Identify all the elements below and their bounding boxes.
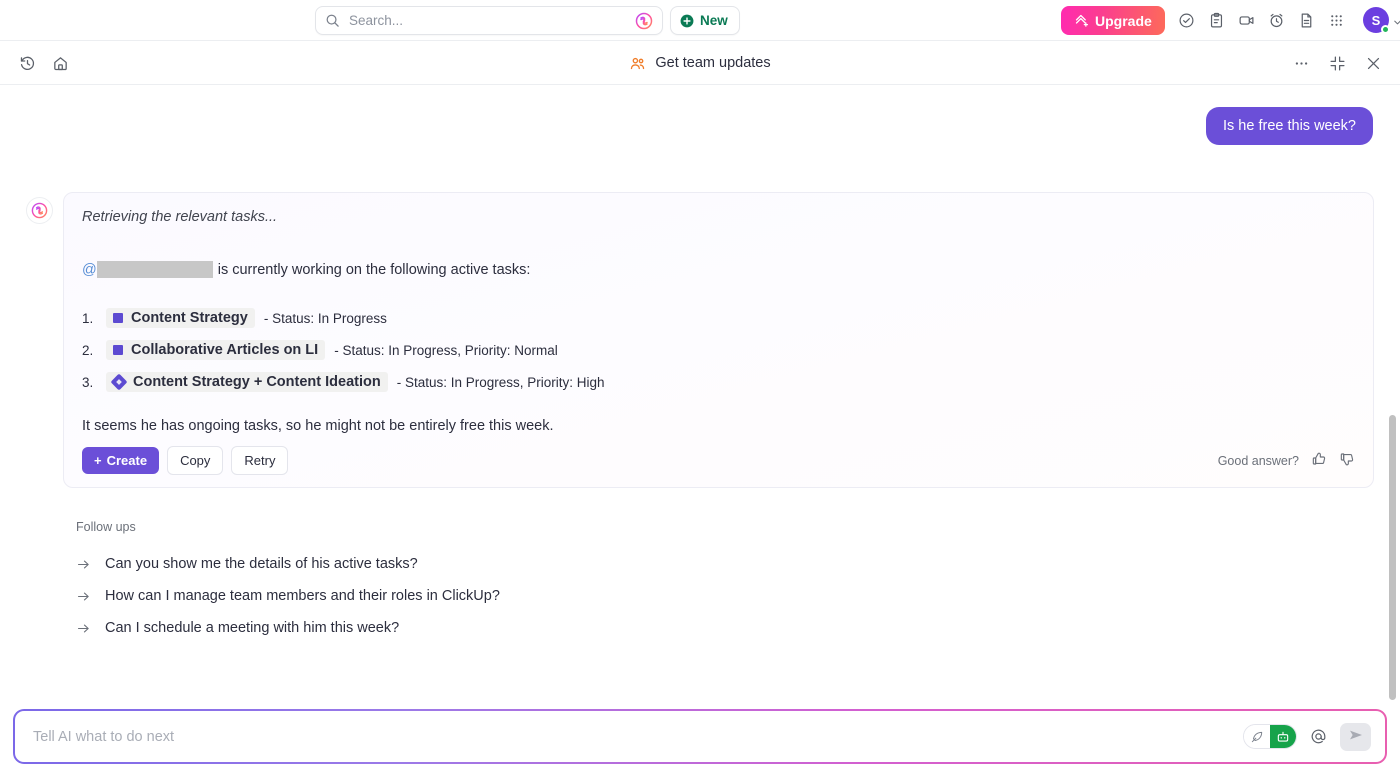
task-meta: - Status: In Progress, Priority: High	[397, 375, 605, 390]
task-number: 1.	[82, 311, 106, 326]
send-paper-plane-icon	[1348, 727, 1364, 746]
assistant-conclusion: It seems he has ongoing tasks, so he mig…	[82, 418, 1355, 434]
copy-button[interactable]: Copy	[167, 446, 223, 475]
online-status-dot	[1381, 25, 1390, 34]
follow-up-label: How can I manage team members and their …	[105, 588, 500, 604]
follow-up-label: Can I schedule a meeting with him this w…	[105, 620, 399, 636]
composer-mode-toggle[interactable]	[1243, 724, 1297, 749]
history-clock-icon[interactable]	[14, 50, 40, 76]
chat-title: Get team updates	[0, 41, 1400, 85]
thumbs-down-icon[interactable]	[1339, 451, 1355, 470]
composer-area	[0, 709, 1400, 764]
alarm-clock-icon[interactable]	[1264, 9, 1288, 33]
arrow-right-icon	[76, 621, 91, 636]
composer-gradient-frame	[13, 709, 1387, 764]
chat-header-bar: Get team updates	[0, 41, 1400, 85]
new-button-label: New	[700, 13, 728, 28]
home-icon[interactable]	[47, 50, 73, 76]
avatar[interactable]: S	[1363, 7, 1389, 33]
task-link[interactable]: Content Strategy + Content Ideation	[106, 372, 388, 392]
composer-inner	[15, 711, 1385, 762]
follow-ups-title: Follow ups	[76, 520, 1374, 534]
task-list-item: 2. Collaborative Articles on LI - Status…	[82, 340, 1355, 360]
clickup-brain-icon[interactable]	[635, 12, 653, 30]
chat-header-right-icons	[1288, 41, 1386, 85]
follow-up-item[interactable]: Can I schedule a meeting with him this w…	[76, 612, 1374, 644]
follow-up-item[interactable]: How can I manage team members and their …	[76, 580, 1374, 612]
task-meta: - Status: In Progress	[264, 311, 387, 326]
follow-up-label: Can you show me the details of his activ…	[105, 556, 418, 572]
retry-button[interactable]: Retry	[231, 446, 288, 475]
document-icon[interactable]	[1294, 9, 1318, 33]
follow-ups-section: Follow ups Can you show me the details o…	[76, 520, 1374, 644]
chat-scroll-area: Is he free this week? Retrieving the rel…	[0, 85, 1400, 709]
user-message-bubble: Is he free this week?	[1206, 107, 1373, 145]
upgrade-button[interactable]: Upgrade	[1061, 6, 1165, 35]
task-name: Collaborative Articles on LI	[131, 342, 318, 358]
assistant-status-line: Retrieving the relevant tasks...	[82, 209, 1355, 225]
robot-icon[interactable]	[1270, 725, 1296, 748]
task-square-icon	[113, 345, 123, 355]
task-diamond-icon	[113, 376, 125, 388]
ellipsis-icon[interactable]	[1288, 50, 1314, 76]
task-number: 3.	[82, 375, 106, 390]
scrollbar-thumb[interactable]	[1389, 415, 1396, 700]
assistant-message-row: Retrieving the relevant tasks... @ is cu…	[26, 192, 1374, 488]
create-button-label: Create	[107, 453, 147, 468]
collapse-icon[interactable]	[1324, 50, 1350, 76]
clipboard-icon[interactable]	[1204, 9, 1228, 33]
app-grid-icon[interactable]	[1324, 9, 1348, 33]
redacted-user-name	[97, 261, 213, 278]
task-meta: - Status: In Progress, Priority: Normal	[334, 343, 558, 358]
upgrade-button-label: Upgrade	[1095, 13, 1152, 29]
composer-input[interactable]	[33, 729, 1243, 745]
page-title: Get team updates	[655, 55, 770, 71]
clickup-brain-icon	[26, 197, 53, 224]
follow-up-item[interactable]: Can you show me the details of his activ…	[76, 548, 1374, 580]
avatar-initial: S	[1372, 13, 1381, 28]
task-number: 2.	[82, 343, 106, 358]
mention-suffix-text: is currently working on the following ac…	[218, 262, 531, 278]
feather-quill-icon[interactable]	[1244, 725, 1270, 748]
close-icon[interactable]	[1360, 50, 1386, 76]
search-input[interactable]	[340, 13, 635, 28]
user-avatar-menu[interactable]: S	[1363, 7, 1400, 33]
create-button[interactable]: + Create	[82, 447, 159, 474]
thumbs-up-icon[interactable]	[1311, 451, 1327, 470]
task-name: Content Strategy	[131, 310, 248, 326]
people-orange-icon	[629, 55, 646, 72]
scrollbar-track[interactable]	[1389, 85, 1398, 709]
feedback-group: Good answer?	[1218, 451, 1355, 470]
check-circle-icon[interactable]	[1174, 9, 1198, 33]
arrow-right-icon	[76, 557, 91, 572]
plus-circle-icon	[680, 14, 694, 28]
top-bar: New Upgrade	[0, 0, 1400, 41]
assistant-mention-line: @ is currently working on the following …	[82, 261, 1355, 278]
top-bar-icon-group	[1174, 0, 1348, 41]
plus-icon: +	[94, 453, 102, 468]
task-name: Content Strategy + Content Ideation	[133, 374, 381, 390]
feedback-prompt: Good answer?	[1218, 454, 1299, 468]
task-link[interactable]: Collaborative Articles on LI	[106, 340, 325, 360]
task-link[interactable]: Content Strategy	[106, 308, 255, 328]
search-bar[interactable]	[315, 6, 663, 35]
video-camera-icon[interactable]	[1234, 9, 1258, 33]
assistant-response-card: Retrieving the relevant tasks... @ is cu…	[63, 192, 1374, 488]
at-icon[interactable]	[1310, 728, 1327, 745]
chevron-down-icon[interactable]	[1392, 15, 1400, 26]
task-list-item: 3. Content Strategy + Content Ideation -…	[82, 372, 1355, 392]
new-button[interactable]: New	[670, 6, 740, 35]
send-button[interactable]	[1340, 723, 1371, 751]
chat-header-left-icons	[14, 41, 73, 85]
search-icon	[325, 13, 340, 28]
task-list-item: 1. Content Strategy - Status: In Progres…	[82, 308, 1355, 328]
composer-icon-group	[1243, 723, 1371, 751]
assistant-action-row: + Create Copy Retry Good answer?	[82, 446, 1355, 475]
arrow-right-icon	[76, 589, 91, 604]
mention-at-symbol: @	[82, 262, 97, 278]
user-message-row: Is he free this week?	[26, 85, 1374, 145]
task-square-icon	[113, 313, 123, 323]
task-list: 1. Content Strategy - Status: In Progres…	[82, 308, 1355, 392]
rocket-upgrade-icon	[1074, 13, 1089, 28]
